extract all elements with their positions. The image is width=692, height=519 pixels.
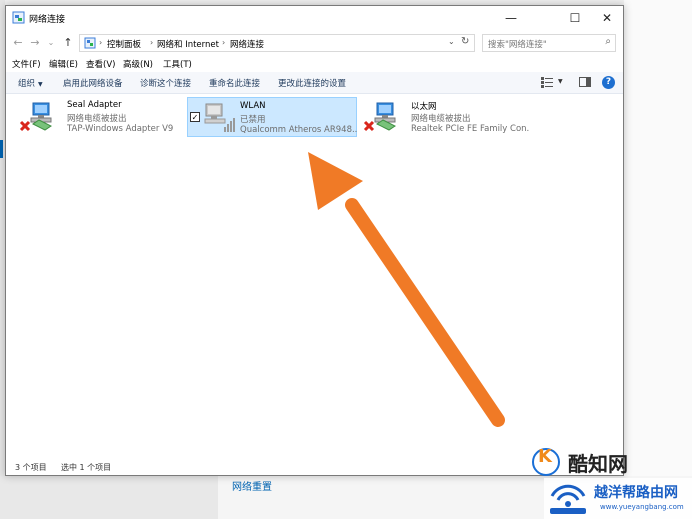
kuzhi-logo-mark: K (538, 446, 552, 467)
settings-sidebar-accent (0, 140, 3, 158)
breadcrumb-separator: › (99, 38, 103, 47)
network-reset-link[interactable]: 网络重置 (232, 478, 272, 493)
organize-label: 组织 (18, 79, 36, 89)
enable-device-button[interactable]: 启用此网络设备 (63, 77, 123, 89)
close-button[interactable]: ✕ (591, 6, 623, 30)
settings-nav-pane (0, 476, 218, 519)
control-panel-icon (84, 37, 96, 49)
connection-item-seal-adapter[interactable]: Seal Adapter 网络电缆被拔出 TAP-Windows Adapter… (15, 97, 185, 137)
menu-tools[interactable]: 工具(T) (163, 58, 192, 70)
address-row: ← → ⌄ ↑ › 控制面板 › 网络和 Internet › 网络连接 ⌄ ↻… (6, 30, 623, 56)
address-bar[interactable]: › 控制面板 › 网络和 Internet › 网络连接 ⌄ ↻ (79, 34, 475, 52)
forward-arrow-icon[interactable]: → (28, 36, 42, 50)
breadcrumb-separator: › (222, 38, 226, 47)
breadcrumb-control-panel[interactable]: 控制面板 (107, 38, 141, 50)
back-arrow-icon[interactable]: ← (11, 36, 25, 50)
connection-status: 已禁用 (240, 115, 266, 125)
change-view-icon[interactable] (541, 77, 553, 88)
settings-background-right (624, 0, 692, 476)
router-wifi-icon (550, 484, 586, 514)
menu-view[interactable]: 查看(V) (86, 58, 115, 70)
connection-item-wlan[interactable]: ✓ WLAN 已禁用 Qualcomm Atheros AR948... (187, 97, 358, 137)
refresh-icon[interactable]: ↻ (461, 36, 469, 47)
organize-button[interactable]: 组织 ▼ (18, 77, 43, 89)
breadcrumb-network-internet[interactable]: 网络和 Internet (157, 38, 219, 50)
dropdown-triangle-icon: ▼ (38, 81, 43, 88)
search-placeholder: 搜索"网络连接" (488, 40, 547, 50)
breadcrumb-separator: › (150, 38, 154, 47)
diagnose-button[interactable]: 诊断这个连接 (140, 77, 191, 89)
network-adapter-disconnected-icon (19, 102, 52, 132)
menu-bar: 文件(F) 编辑(E) 查看(V) 高级(N) 工具(T) (6, 56, 623, 72)
connection-device: Qualcomm Atheros AR948... (240, 125, 358, 135)
connection-status: 网络电缆被拔出 (411, 114, 471, 124)
connection-status: 网络电缆被拔出 (67, 114, 127, 124)
connection-device: Realtek PCIe FE Family Con... (411, 124, 529, 134)
address-dropdown-icon[interactable]: ⌄ (448, 37, 455, 46)
window-title: 网络连接 (29, 15, 66, 25)
menu-edit[interactable]: 编辑(E) (49, 58, 78, 70)
recent-locations-chevron-icon[interactable]: ⌄ (44, 36, 58, 50)
yueyang-brand-text: 越洋帮路由网 (594, 485, 678, 501)
title-bar: 网络连接 — ☐ ✕ (6, 6, 623, 30)
search-icon[interactable]: ⌕ (605, 36, 611, 47)
view-options-dropdown-icon[interactable]: ▼ (558, 78, 563, 85)
yueyang-brand-url: www.yueyangbang.com (600, 503, 684, 511)
connection-name: Seal Adapter (67, 100, 122, 110)
maximize-button[interactable]: ☐ (559, 6, 591, 30)
ethernet-adapter-disconnected-icon (363, 102, 396, 132)
up-arrow-icon[interactable]: ↑ (61, 36, 75, 50)
wlan-adapter-disabled-icon (204, 103, 235, 132)
change-settings-button[interactable]: 更改此连接的设置 (278, 77, 346, 89)
minimize-button[interactable]: — (495, 6, 527, 30)
menu-file[interactable]: 文件(F) (12, 58, 41, 70)
network-connections-window: 网络连接 — ☐ ✕ ← → ⌄ ↑ › 控制面板 › 网络和 Internet… (5, 5, 624, 476)
yueyang-watermark: 越洋帮路由网 www.yueyangbang.com (544, 478, 692, 519)
connection-name: 以太网 (411, 102, 437, 112)
search-box[interactable]: 搜索"网络连接" ⌕ (482, 34, 616, 52)
item-count: 3 个项目 (15, 463, 47, 472)
kuzhi-watermark: K 酷知网 (528, 440, 688, 480)
preview-pane-icon[interactable] (579, 77, 591, 87)
help-icon[interactable]: ? (602, 76, 615, 89)
connections-list: Seal Adapter 网络电缆被拔出 TAP-Windows Adapter… (6, 94, 623, 459)
rename-button[interactable]: 重命名此连接 (209, 77, 260, 89)
connection-name: WLAN (240, 101, 266, 111)
menu-advanced[interactable]: 高级(N) (123, 58, 153, 70)
connection-device: TAP-Windows Adapter V9 (67, 124, 174, 134)
connection-item-ethernet[interactable]: 以太网 网络电缆被拔出 Realtek PCIe FE Family Con..… (359, 97, 529, 137)
item-checkbox[interactable]: ✓ (190, 112, 200, 122)
command-bar: 组织 ▼ 启用此网络设备 诊断这个连接 重命名此连接 更改此连接的设置 ▼ ? (6, 72, 623, 94)
network-connections-icon (12, 11, 25, 24)
breadcrumb-network-connections[interactable]: 网络连接 (230, 38, 264, 50)
kuzhi-brand-text: 酷知网 (568, 452, 628, 476)
selected-count: 选中 1 个项目 (61, 463, 112, 472)
